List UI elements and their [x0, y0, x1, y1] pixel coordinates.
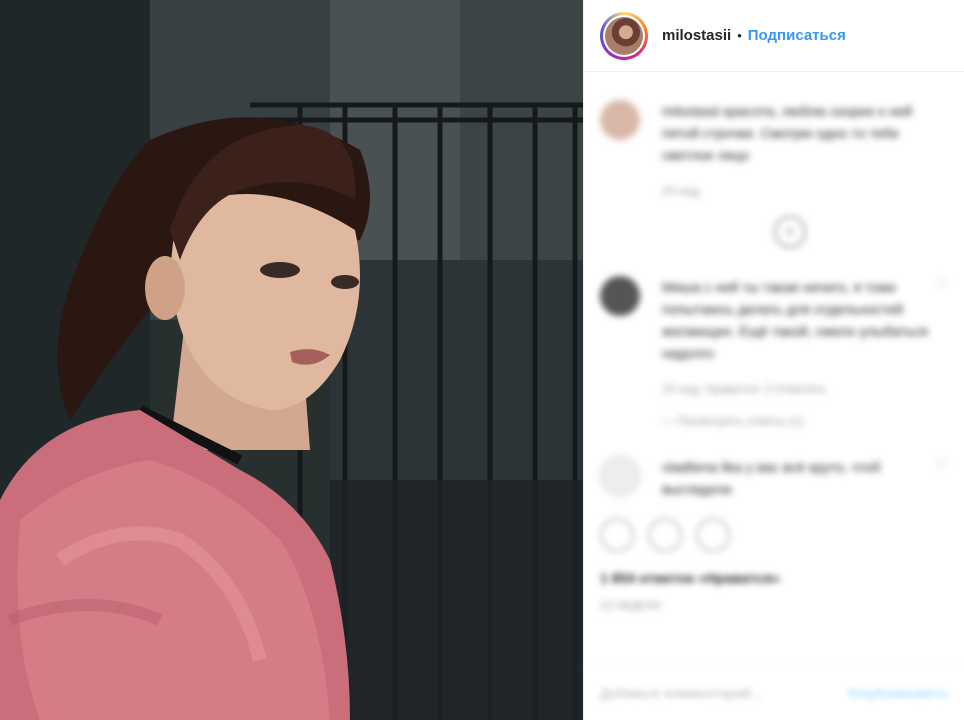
follow-button[interactable]: Подписаться [748, 27, 846, 44]
add-comment-bar: Добавьте комментарий... Опубликовать [584, 664, 964, 720]
view-replies-link[interactable]: — Посмотреть ответы (1) [662, 414, 942, 428]
post-header: milostasii • Подписаться [584, 0, 964, 72]
commenter-avatar[interactable] [600, 456, 640, 496]
commenter-avatar[interactable] [600, 100, 640, 140]
load-more-icon[interactable]: + [774, 216, 806, 248]
comment-text: Миша с ней ты такая ничего, я тоже попыт… [662, 279, 928, 361]
blurred-comments-area: milostasii красота, люблю скорее к ней п… [584, 100, 964, 612]
comment-meta: 23 нед. Нравится: 2 Ответить [662, 382, 827, 396]
comment-input[interactable]: Добавьте комментарий... [600, 685, 762, 701]
comment-icon[interactable] [648, 518, 682, 552]
username-link[interactable]: milostasii [662, 27, 731, 44]
comment-item: milostasii красота, люблю скорее к ней п… [600, 100, 948, 198]
heart-icon[interactable]: ♡ [935, 276, 948, 293]
comment-item: vladilena lika у вас всё круто, чтоб выг… [600, 456, 948, 500]
publish-button[interactable]: Опубликовать [848, 685, 948, 701]
comment-text: vladilena lika у вас всё круто, чтоб выг… [662, 459, 881, 497]
likes-count[interactable]: 1 854 отметок «Нравится» [600, 570, 948, 586]
commenter-avatar[interactable] [600, 276, 640, 316]
separator-dot: • [737, 28, 742, 43]
comment-item: Миша с ней ты такая ничего, я тоже попыт… [600, 276, 948, 428]
post-date: 23 НЕДЕЛИ [600, 600, 661, 612]
avatar[interactable] [600, 11, 648, 60]
heart-icon[interactable]: ♡ [935, 456, 948, 473]
comment-meta: 23 нед. [662, 184, 703, 198]
comment-text: milostasii красота, люблю скорее к ней п… [662, 103, 912, 163]
post-photo[interactable] [0, 0, 583, 720]
share-icon[interactable] [696, 518, 730, 552]
post-side-panel: milostasii • Подписаться milostasii крас… [583, 0, 964, 720]
post-actions [600, 518, 948, 552]
heart-icon[interactable] [600, 518, 634, 552]
